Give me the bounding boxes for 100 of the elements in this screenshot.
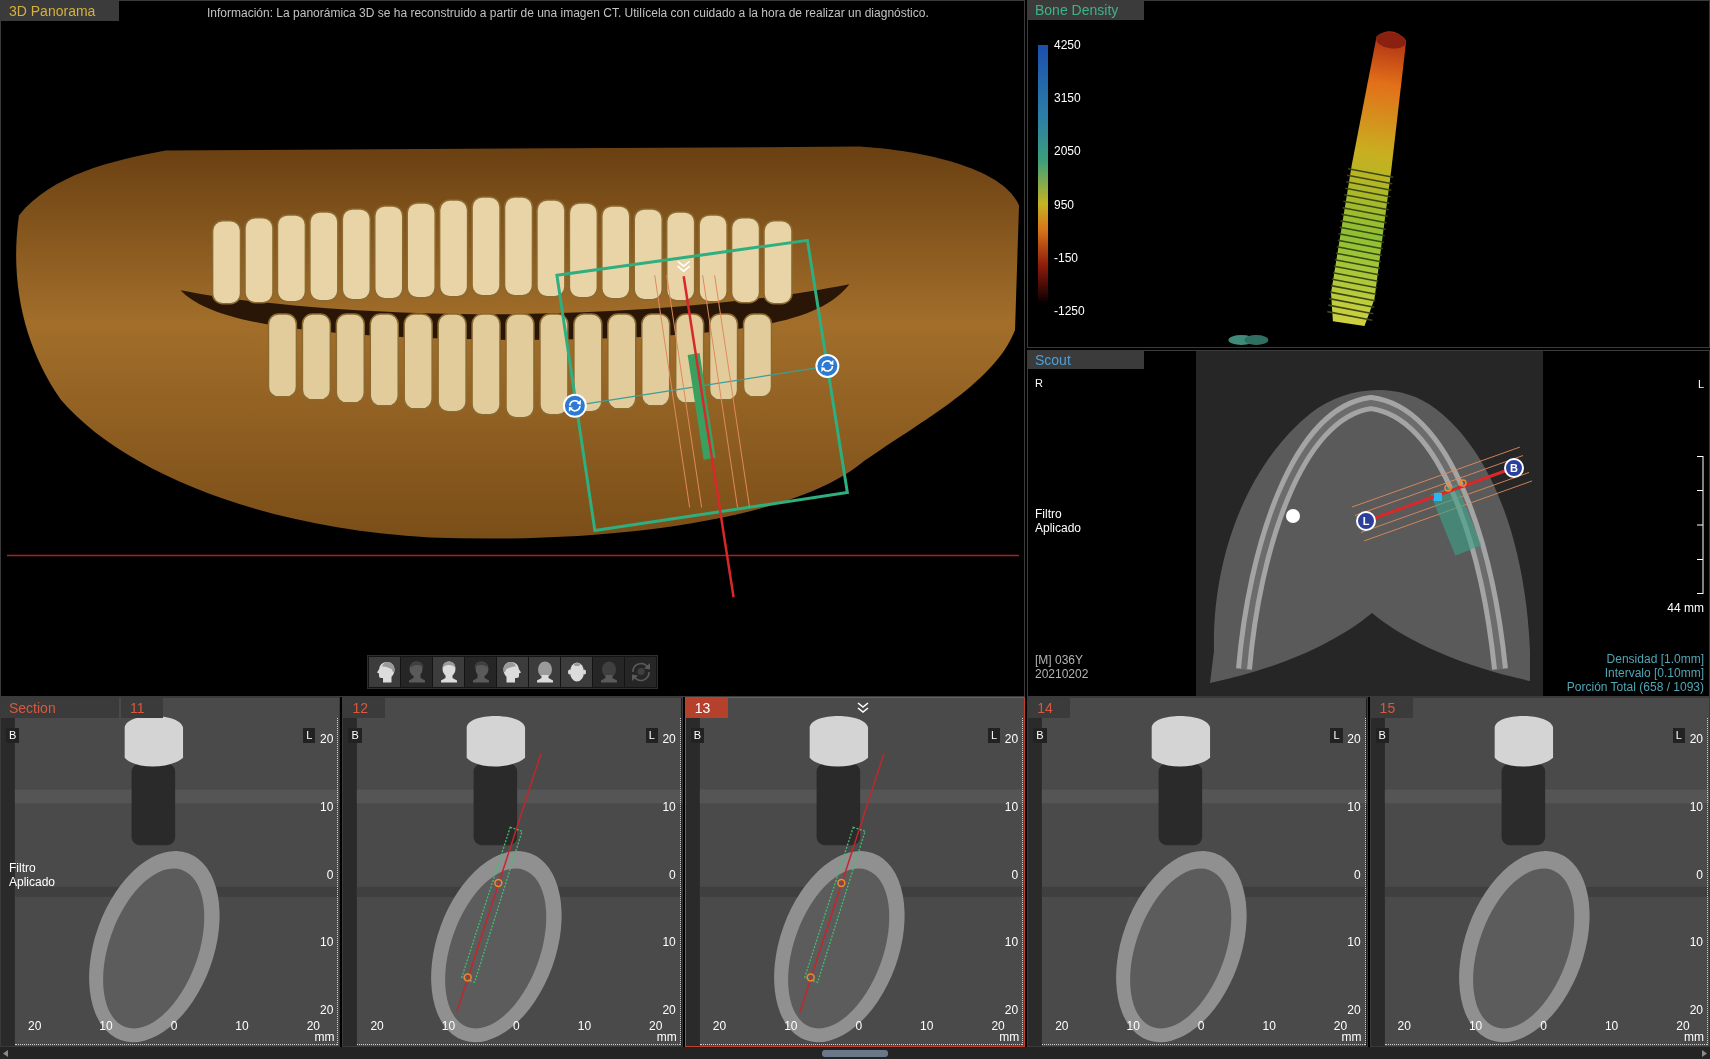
orientation-label: L	[1330, 728, 1343, 743]
axis-tick-label: 20	[1004, 731, 1019, 747]
axis-tick-label: 10	[1347, 934, 1361, 951]
dot-marker-icon	[1286, 509, 1300, 523]
axis-line[interactable]	[798, 752, 885, 1013]
slice-tab[interactable]: 11	[121, 698, 163, 718]
axis-tick-label: 20	[1397, 1018, 1411, 1034]
axis-tick-label: 0	[1197, 1018, 1205, 1034]
cursor-point-icon	[1434, 493, 1442, 501]
axis-tick-label: 20	[370, 1018, 384, 1034]
rotate-handle-icon[interactable]	[562, 393, 587, 418]
axis-tick-label: 0	[170, 1018, 178, 1034]
horizontal-scrollbar[interactable]	[0, 1047, 1710, 1059]
scale-label: -1250	[1054, 302, 1085, 319]
axis-line[interactable]	[1374, 469, 1506, 520]
scroll-thumb[interactable]	[822, 1049, 888, 1057]
scale-label: -150	[1054, 249, 1080, 266]
scroll-left-icon[interactable]	[3, 1049, 8, 1057]
axis-tick-label: 0	[1353, 866, 1361, 883]
axis-tick-label: 20	[1347, 731, 1361, 747]
control-point-icon	[1459, 479, 1467, 487]
section-title: Section	[1, 698, 119, 718]
axis-tick-label: 10	[1347, 798, 1361, 815]
view-button[interactable]	[561, 657, 592, 687]
scale-label: 950	[1054, 196, 1076, 213]
axis-tick-label: 0	[669, 866, 676, 883]
axis-tick-label: 10	[1262, 1018, 1276, 1034]
axis-tick-label: 10	[441, 1018, 456, 1034]
panel-title: Bone Density	[1028, 1, 1144, 20]
scan-stat: Porción Total (658 / 1093)	[1566, 680, 1704, 694]
axis-tick-label: 10	[577, 1018, 592, 1034]
axis-tick-label: 10	[99, 1018, 113, 1034]
axis-tick-label: 10	[920, 1018, 934, 1034]
view-button[interactable]	[529, 657, 560, 687]
axis-tick-label: 20	[1347, 1002, 1361, 1018]
scan-stat: Densidad [1.0mm]	[1606, 652, 1704, 666]
view-button[interactable]	[369, 657, 400, 687]
orientation-label: R	[1035, 377, 1043, 390]
scale-label: 4250	[1054, 37, 1082, 53]
axis-tick-label: 20	[712, 1018, 727, 1034]
axis-tick-label: 20	[320, 731, 334, 747]
rotate-handle-icon[interactable]	[815, 354, 840, 378]
axis-tick-label: 0	[513, 1018, 520, 1034]
axis-tick-label: 20	[1055, 1018, 1069, 1034]
scroll-right-icon[interactable]	[1702, 1049, 1707, 1057]
scan-date: 20210202	[1035, 667, 1089, 681]
axis-tick-label: 0	[1540, 1018, 1547, 1034]
axis-tick-label: 10	[1004, 798, 1019, 815]
filter-note: Filtro Aplicado	[1035, 507, 1083, 535]
axis-tick-label: 0	[855, 1018, 863, 1034]
info-message: Información: La panorámica 3D se ha reconstruido a partir de una imagen CT. Utilícela con cuidado a la hora de realizar un diagnóstico.	[207, 6, 929, 20]
axis-tick-label: 20	[28, 1018, 42, 1034]
patient-info: [M] 036Y	[1035, 653, 1085, 667]
axis-tick-label: 10	[662, 798, 676, 815]
axis-tick-label: 10	[1604, 1018, 1619, 1034]
slice-tab[interactable]: 14	[1028, 698, 1071, 718]
axis-tick-label: 10	[1126, 1018, 1140, 1034]
orientation-label: L	[303, 728, 316, 743]
orientation-label: B	[6, 728, 20, 743]
slice-tab[interactable]: 13	[685, 698, 728, 718]
axis-tick-label: 10	[1689, 798, 1703, 815]
orientation-label: B	[1033, 728, 1047, 743]
filter-note: Filtro Aplicado	[9, 861, 57, 889]
axis-tick-label: 20	[662, 731, 676, 747]
rotation-frame[interactable]	[555, 238, 850, 533]
axis-tick-label: 20	[320, 1002, 334, 1018]
axis-tick-label: 10	[784, 1018, 798, 1034]
control-point-icon	[1444, 484, 1452, 492]
slice-tab[interactable]: 15	[1370, 698, 1413, 718]
axis-tick-label: 20	[1689, 731, 1703, 747]
control-point-icon[interactable]	[494, 878, 503, 888]
axis-tick-label: 20	[1004, 1002, 1019, 1018]
control-point-icon[interactable]	[836, 878, 846, 888]
chevron-down-icon	[676, 260, 691, 273]
orientation-label: L	[1697, 378, 1704, 391]
axis-tick-label: 0	[1011, 866, 1019, 883]
axis-tick-label: 0	[326, 866, 334, 883]
scale-label: 2050	[1054, 143, 1082, 160]
axis-tick-label: 10	[1468, 1018, 1483, 1034]
scale-label: 3150	[1054, 90, 1082, 107]
scale-label: 44 mm	[1667, 601, 1704, 615]
axis-tick-label: 0	[1696, 866, 1703, 883]
orientation-label: L	[988, 728, 1001, 743]
axis-tick-label: 10	[1004, 934, 1019, 951]
control-point-icon[interactable]	[806, 973, 815, 982]
axis-tick-label: 10	[320, 934, 334, 951]
panel-title: Scout	[1028, 351, 1144, 369]
orientation-label: B	[348, 728, 362, 743]
axis-line[interactable]	[456, 752, 543, 1013]
control-point-icon[interactable]	[463, 973, 473, 982]
axis-tick-label: 20	[1689, 1002, 1703, 1018]
axis-tick-label: 10	[320, 798, 334, 815]
view-button[interactable]	[497, 657, 528, 687]
axis-tick-label: 10	[662, 934, 676, 951]
view-button[interactable]	[433, 657, 464, 687]
axis-tick-label: 10	[1689, 934, 1703, 951]
slice-tab[interactable]: 12	[343, 698, 386, 718]
tooth-fragment-drawing	[1228, 335, 1269, 345]
scan-stat: Intervalo [0.10mm]	[1604, 666, 1704, 680]
axis-line[interactable]	[682, 276, 735, 598]
